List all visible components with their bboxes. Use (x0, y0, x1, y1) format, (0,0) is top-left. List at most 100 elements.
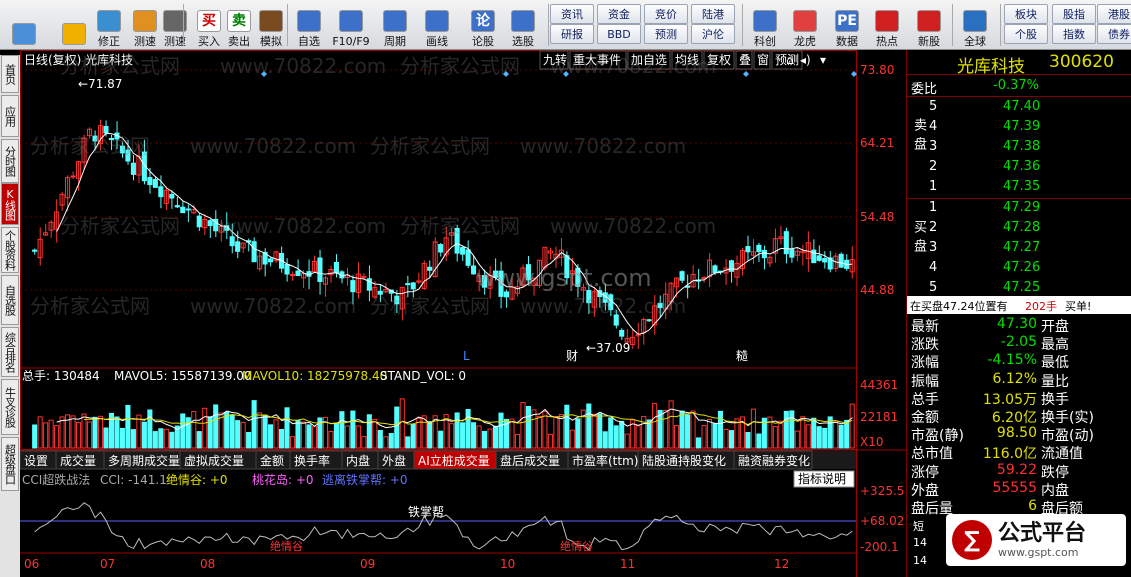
buy-price[interactable]: 47.28 (1003, 220, 1040, 235)
sell-price[interactable]: 47.36 (1003, 159, 1040, 174)
toolbar-button-13[interactable]: 选股 (506, 2, 540, 48)
candle-body (180, 206, 186, 214)
volume-bar (602, 431, 608, 449)
toolbar-button-8[interactable]: 自选 (292, 2, 326, 48)
sell-price[interactable]: 47.39 (1003, 119, 1040, 134)
toolbar-button-4[interactable]: 测速 (158, 2, 192, 48)
chart-svg: 日线(复权) 光库科技 九转 重大事件 加自选 均线 复权叠窗预测⌂ ◂) ▾73.8064.… (19, 50, 906, 577)
volume-bar (141, 421, 147, 449)
candle-body (756, 244, 762, 253)
candle-body (229, 236, 235, 247)
side-tab-2[interactable]: 分时图 (1, 139, 19, 183)
toolbar-button-17[interactable]: 热点 (870, 2, 904, 48)
toolbar-small-button[interactable]: 个股 (1004, 24, 1048, 44)
cci-c: 逃离铁掌帮: +0 (322, 472, 408, 487)
event-marker-icon[interactable] (743, 71, 749, 77)
buy-price[interactable]: 47.26 (1003, 260, 1040, 275)
volume-bar (300, 421, 307, 449)
buy-price[interactable]: 47.29 (1003, 200, 1040, 215)
side-tab-3[interactable]: K线图 (1, 183, 19, 225)
volume-bar (75, 422, 82, 449)
volume-bar (344, 425, 350, 449)
toolbar-small-button[interactable]: 预测 (644, 24, 688, 44)
volume-bar (152, 431, 158, 449)
toolbar-button-7[interactable]: 模拟 (254, 2, 288, 48)
watermark-text: www.70822.com (190, 134, 356, 158)
toolbar-small-button[interactable]: 沪伦 (691, 24, 735, 44)
buy-price[interactable]: 47.25 (1003, 280, 1040, 295)
toolbar-button-3[interactable]: 测速 (128, 2, 162, 48)
toolbar-small-button[interactable]: 竞价 (644, 4, 688, 24)
toolbar-button-2[interactable]: 修正 (92, 2, 126, 48)
volume-bar (130, 429, 136, 449)
toolbar-button-label: 买入 (198, 35, 220, 48)
toolbar-small-button[interactable]: BBD (597, 24, 641, 44)
toolbar-button-11[interactable]: 画线 (420, 2, 454, 48)
home-icon[interactable]: ⌂ (786, 53, 794, 67)
toolbar-button-10[interactable]: 周期 (378, 2, 412, 48)
toolbar-button-0[interactable] (4, 2, 44, 48)
month-label: 12 (774, 557, 789, 571)
toolbar-button-18[interactable]: 新股 (912, 2, 946, 48)
toolbar-small-button[interactable]: 股指 (1052, 4, 1096, 24)
event-letter-marker[interactable]: L (463, 349, 470, 363)
buy-price[interactable]: 47.27 (1003, 240, 1040, 255)
toolbar-button-14[interactable]: 科创 (748, 2, 782, 48)
sell-level: 2 (929, 159, 938, 174)
toolbar-button-16[interactable]: PE 数据 (830, 2, 864, 48)
toolbar-small-button[interactable]: 陆港 (691, 4, 735, 24)
side-tab-7[interactable]: 牛叉诊股 (1, 379, 19, 435)
toolbar-small-button[interactable]: 资讯 (550, 4, 594, 24)
tech-icon (753, 10, 777, 32)
toolbar-small-button[interactable]: 研报 (550, 24, 594, 44)
toolbar-button-label: 自选 (298, 35, 320, 48)
side-tab-1[interactable]: 应用 (1, 95, 19, 137)
sell-price[interactable]: 47.38 (1003, 139, 1040, 154)
toolbar-button-12[interactable]: 论论股 (466, 2, 500, 48)
toolbar-separator (742, 4, 743, 46)
toolbar-small-button[interactable]: 债券 (1097, 24, 1131, 44)
quote-label: 振幅 (911, 373, 939, 390)
toolbar-small-button[interactable]: 指数 (1052, 24, 1096, 44)
hammer-icon (259, 10, 283, 32)
volume-bar (377, 429, 383, 449)
toolbar-small-button[interactable]: 资金 (597, 4, 641, 24)
toolbar-button-5[interactable]: 买买入 (192, 2, 226, 48)
speaker-icon[interactable]: ◂) (800, 53, 811, 67)
event-letter-marker[interactable]: 财 (566, 349, 578, 363)
volume-bar (246, 432, 252, 449)
side-tab-8[interactable]: 超级盘口 (1, 437, 19, 491)
event-letter-marker[interactable]: 糙 (736, 349, 748, 363)
volume-bar (229, 414, 235, 449)
logo-text: 公式平台 (998, 520, 1087, 546)
price-axis-label: 54.48 (860, 210, 894, 224)
sell-price[interactable]: 47.40 (1003, 99, 1040, 114)
sell-price[interactable]: 47.35 (1003, 179, 1040, 194)
indicator-tab-label: 成交量 (60, 453, 96, 468)
toolbar-button-1[interactable] (54, 2, 94, 48)
toolbar-button-19[interactable]: 全球 (958, 2, 992, 48)
side-tab-0[interactable]: 首页 (1, 55, 19, 93)
volume-bar (575, 418, 581, 449)
volume-bar (822, 427, 828, 449)
grid-icon (12, 23, 36, 45)
side-tab-5[interactable]: 自选股 (1, 275, 19, 325)
buy-level: 4 (929, 260, 938, 275)
side-tab-6[interactable]: 综合排名 (1, 327, 19, 377)
dropdown-icon[interactable]: ▾ (820, 53, 826, 67)
volume-bar (778, 420, 784, 449)
volume-bar (569, 429, 575, 449)
toolbar-small-button[interactable]: 港股 (1097, 4, 1131, 24)
volume-bar (399, 398, 405, 449)
candle-body (838, 253, 844, 268)
volume-axis-label: 22181 (860, 410, 898, 424)
toolbar-button-6[interactable]: 卖卖出 (222, 2, 256, 48)
gauge-icon (133, 10, 157, 32)
f10-icon (339, 10, 363, 32)
candle-body (158, 186, 164, 198)
toolbar-small-button[interactable]: 板块 (1004, 4, 1048, 24)
toolbar-button-15[interactable]: 龙虎 (788, 2, 822, 48)
toolbar-button-9[interactable]: F10/F9 (332, 2, 370, 48)
candle-body (103, 125, 109, 134)
side-tab-4[interactable]: 个股资料 (1, 227, 19, 273)
